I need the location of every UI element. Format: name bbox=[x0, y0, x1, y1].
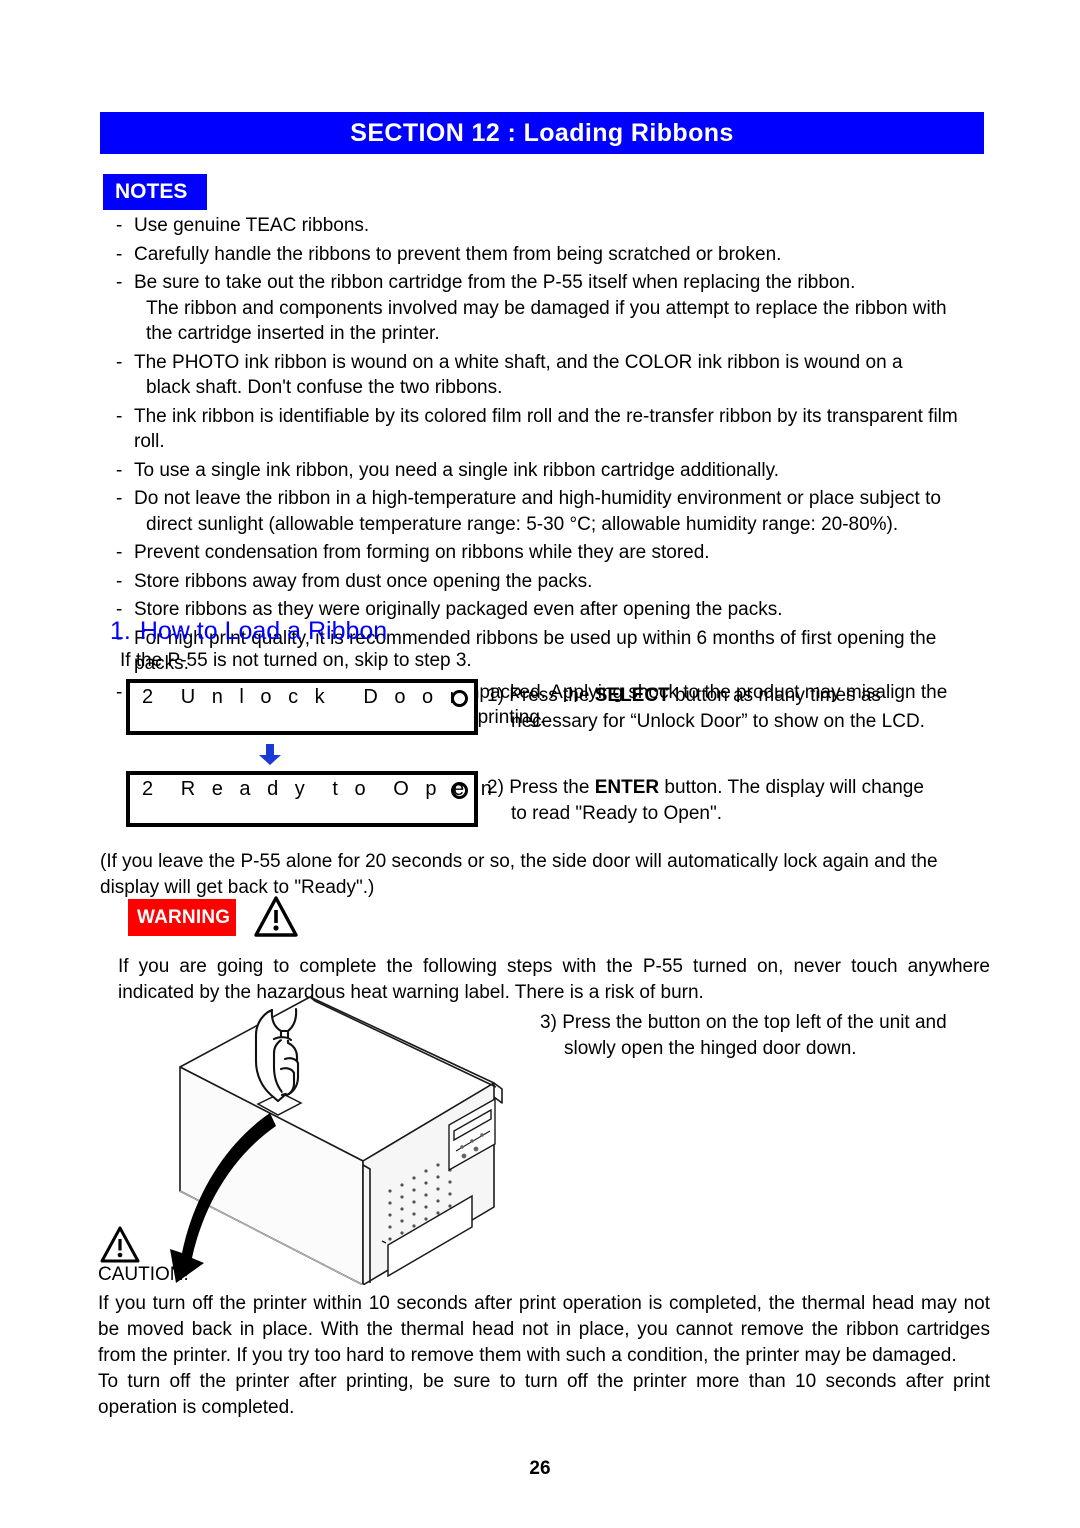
note-item: - Carefully handle the ribbons to prevent… bbox=[112, 242, 990, 268]
lcd-indicator-circle-icon bbox=[451, 690, 468, 707]
note-item: - Use genuine TEAC ribbons. bbox=[112, 213, 990, 239]
step-1-marker: 1) bbox=[487, 685, 504, 706]
section-header-bar: SECTION 12 : Loading Ribbons bbox=[100, 112, 984, 154]
note-bullet-dash: - bbox=[116, 459, 123, 481]
step-3-prefix: Press the button on the top left of the … bbox=[562, 1012, 947, 1033]
step-3-line2: slowly open the hinged door down. bbox=[564, 1038, 857, 1059]
note-bullet-dash: - bbox=[116, 542, 123, 563]
subsection-number: 1. bbox=[110, 617, 131, 645]
note-line: Use genuine TEAC ribbons. bbox=[134, 215, 370, 236]
note-line: Carefully handle the ribbons to prevent … bbox=[134, 243, 782, 265]
page-number: 26 bbox=[529, 1458, 551, 1479]
step-2-suffix: button. The display will change bbox=[659, 777, 924, 798]
note-bullet-dash: - bbox=[116, 405, 123, 427]
step-2-line2: to read "Ready to Open". bbox=[511, 803, 723, 824]
note-bullet-dash: - bbox=[116, 488, 123, 509]
notes-badge: NOTES bbox=[103, 174, 207, 210]
step-2-bold: ENTER bbox=[594, 777, 660, 798]
note-line: the cartridge inserted in the printer. bbox=[146, 323, 440, 344]
note-bullet-dash: - bbox=[116, 351, 123, 373]
subsection-title: How to Load a Ribbon bbox=[139, 617, 388, 645]
note-line: The ribbon and components involved may b… bbox=[146, 297, 947, 319]
note-line: Do not leave the ribbon in a high-temper… bbox=[134, 488, 941, 509]
caution-body: If you turn off the printer within 10 se… bbox=[98, 1291, 990, 1421]
step-1: 1) Press the SELECT button as many times… bbox=[487, 683, 987, 735]
note-line: The PHOTO ink ribbon is wound on a white… bbox=[134, 351, 903, 373]
step-2-prefix: Press the bbox=[509, 777, 595, 798]
subsection-heading: 1. How to Load a Ribbon bbox=[110, 617, 387, 646]
subsection-intro: If the P-55 is not turned on, skip to st… bbox=[120, 650, 472, 671]
note-bullet-dash: - bbox=[116, 243, 123, 265]
step-3-marker: 3) bbox=[540, 1012, 557, 1033]
note-line: direct sunlight (allowable temperature r… bbox=[146, 513, 899, 535]
step-1-prefix: Press the bbox=[509, 685, 595, 706]
note-item: - Prevent condensation from forming on ri… bbox=[112, 540, 990, 566]
caution-label: CAUTION! bbox=[98, 1264, 189, 1285]
lcd-display-ready-to-open: 2 R e a d y t o O p e n bbox=[126, 771, 492, 827]
document-page: SECTION 12 : Loading Ribbons NOTES - Use … bbox=[0, 0, 1080, 1528]
note-line: Be sure to take out the ribbon cartridge… bbox=[134, 272, 856, 293]
note-item: - Be sure to take out the ribbon cartridg… bbox=[112, 270, 990, 347]
lcd-display-unlock-door: 2 U n l o c k D o o r bbox=[126, 679, 478, 735]
note-line: The ink ribbon is identifiable by its co… bbox=[134, 405, 958, 453]
parenthetical-note: (If you leave the P-55 alone for 20 seco… bbox=[100, 851, 938, 898]
note-bullet-dash: - bbox=[116, 272, 123, 293]
note-item: - The PHOTO ink ribbon is wound on a whit… bbox=[112, 350, 990, 401]
warning-triangle-icon bbox=[254, 896, 298, 938]
note-line: Store ribbons away from dust once openin… bbox=[134, 570, 593, 592]
step-1-bold: SELECT bbox=[594, 685, 670, 706]
note-line: Prevent condensation from forming on rib… bbox=[134, 542, 710, 563]
step-2: 2) Press the ENTER button. The display w… bbox=[487, 775, 987, 827]
note-item: - Do not leave the ribbon in a high-tempe… bbox=[112, 486, 990, 537]
warning-badge: WARNING bbox=[128, 899, 236, 936]
lcd-text-2: 2 R e a d y t o O p e n bbox=[142, 778, 498, 800]
note-line: black shaft. Don't confuse the two ribbo… bbox=[146, 377, 503, 398]
lcd-text-1: 2 U n l o c k D o o r bbox=[142, 686, 462, 708]
caution-paragraph: To turn off the printer after printing, … bbox=[98, 1371, 990, 1418]
note-bullet-dash: - bbox=[116, 215, 123, 236]
section-title: SECTION 12 : Loading Ribbons bbox=[350, 118, 734, 147]
note-line: To use a single ink ribbon, you need a s… bbox=[134, 459, 779, 481]
note-item: - Store ribbons away from dust once openi… bbox=[112, 569, 990, 595]
caution-triangle-icon bbox=[100, 1226, 140, 1264]
notes-badge-label: NOTES bbox=[115, 180, 188, 203]
warning-badge-label: WARNING bbox=[137, 906, 231, 928]
note-bullet-dash: - bbox=[116, 570, 123, 592]
step-2-marker: 2) bbox=[487, 777, 504, 798]
step-3: 3) Press the button on the top left of t… bbox=[540, 1010, 1000, 1062]
lcd-indicator-circle-icon bbox=[451, 782, 468, 799]
note-item: - The ink ribbon is identifiable by its c… bbox=[112, 404, 990, 455]
step-1-suffix: button as many times as bbox=[669, 685, 881, 706]
caution-paragraph: If you turn off the printer within 10 se… bbox=[98, 1293, 990, 1366]
note-item: - To use a single ink ribbon, you need a … bbox=[112, 458, 990, 484]
note-bullet-dash: - bbox=[116, 681, 123, 703]
printer-illustration bbox=[150, 995, 540, 1286]
step-1-line2: necessary for “Unlock Door” to show on t… bbox=[511, 711, 925, 732]
down-arrow-icon bbox=[258, 744, 282, 766]
